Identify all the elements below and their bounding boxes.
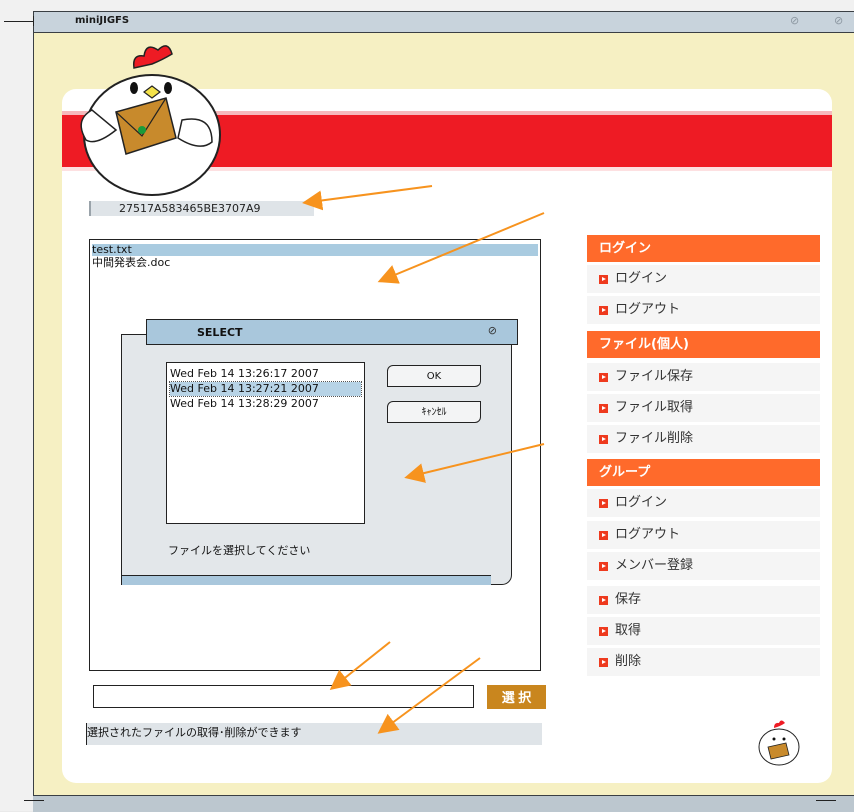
version-list-item[interactable]: Wed Feb 14 13:28:29 2007 [170, 397, 361, 411]
dialog-bottom-bar [122, 575, 491, 585]
minimize-icon[interactable]: ⊘ [790, 14, 799, 27]
bullet-icon [599, 404, 608, 413]
status-message: 選択されたファイルの取得･削除ができます [86, 723, 542, 745]
ok-button[interactable]: OK [387, 365, 481, 387]
frame-tick [33, 16, 34, 26]
frame-tick [816, 800, 836, 801]
dialog-title: SELECT [197, 326, 243, 339]
sidebar-item-group-logout[interactable]: ログアウト [587, 521, 820, 549]
close-icon[interactable]: ⊘ [834, 14, 843, 27]
app-title: miniJIGFS [75, 15, 130, 26]
chicken-mascot-logo [80, 45, 221, 196]
sidebar-item-label: ログイン [615, 271, 668, 286]
sidebar-item-label: ファイル削除 [615, 431, 694, 446]
sidebar-item-label: ログイン [615, 495, 668, 510]
sidebar-item-group-get[interactable]: 取得 [587, 617, 820, 645]
sidebar-item-label: ファイル保存 [615, 369, 694, 384]
sidebar-item-label: メンバー登録 [615, 558, 694, 573]
sidebar-item-member-register[interactable]: メンバー登録 [587, 552, 820, 580]
sidebar-item-group-login[interactable]: ログイン [587, 489, 820, 517]
dialog-message: ファイルを選択してください [168, 544, 311, 557]
bullet-icon [599, 306, 608, 315]
bottom-bar [33, 795, 854, 812]
chicken-mascot-small-icon [758, 720, 800, 766]
section-header-login: ログイン [587, 235, 820, 262]
sidebar-item-label: ファイル取得 [615, 400, 694, 415]
session-id-field: 27517A583465BE3707A9 [89, 201, 314, 216]
sidebar-item-file-get[interactable]: ファイル取得 [587, 394, 820, 422]
sidebar-item-label: 保存 [615, 592, 642, 607]
title-bar[interactable]: miniJIGFS ⊘ ⊘ [33, 11, 854, 33]
frame-tick [4, 21, 34, 22]
sidebar-item-label: 取得 [615, 623, 642, 638]
bullet-icon [599, 499, 608, 508]
app-window: miniJIGFS ⊘ ⊘ 27517A583465BE3707A9 test.… [0, 0, 854, 812]
version-list-item[interactable]: Wed Feb 14 13:27:21 2007 [169, 381, 362, 397]
file-name-input[interactable] [93, 685, 474, 708]
sidebar-item-file-delete[interactable]: ファイル削除 [587, 425, 820, 453]
file-list-item[interactable]: test.txt [92, 244, 538, 256]
bullet-icon [599, 531, 608, 540]
sidebar-item-label: 削除 [615, 654, 642, 669]
sidebar-item-group-delete[interactable]: 削除 [587, 648, 820, 676]
dialog-title-bar[interactable]: SELECT ⊘ [146, 319, 518, 345]
bullet-icon [599, 562, 608, 571]
frame-tick [24, 800, 44, 801]
sidebar-item-login[interactable]: ログイン [587, 265, 820, 293]
sidebar-item-label: ログアウト [615, 527, 681, 542]
select-button[interactable]: 選 択 [487, 685, 546, 709]
sidebar-item-file-save[interactable]: ファイル保存 [587, 363, 820, 391]
sidebar-item-label: ログアウト [615, 302, 681, 317]
bullet-icon [599, 627, 608, 636]
version-list-item[interactable]: Wed Feb 14 13:26:17 2007 [170, 367, 361, 381]
bullet-icon [599, 658, 608, 667]
bullet-icon [599, 373, 608, 382]
bullet-icon [599, 275, 608, 284]
bullet-icon [599, 435, 608, 444]
file-list-item[interactable]: 中間発表会.doc [92, 257, 538, 269]
sidebar-item-group-save[interactable]: 保存 [587, 586, 820, 614]
version-list[interactable]: Wed Feb 14 13:26:17 2007 Wed Feb 14 13:2… [166, 362, 365, 524]
section-header-file: ファイル(個人) [587, 331, 820, 358]
section-header-group: グループ [587, 459, 820, 486]
dialog-close-icon[interactable]: ⊘ [488, 324, 497, 337]
sidebar-item-logout[interactable]: ログアウト [587, 296, 820, 324]
bullet-icon [599, 596, 608, 605]
cancel-button[interactable]: ｷｬﾝｾﾙ [387, 401, 481, 423]
